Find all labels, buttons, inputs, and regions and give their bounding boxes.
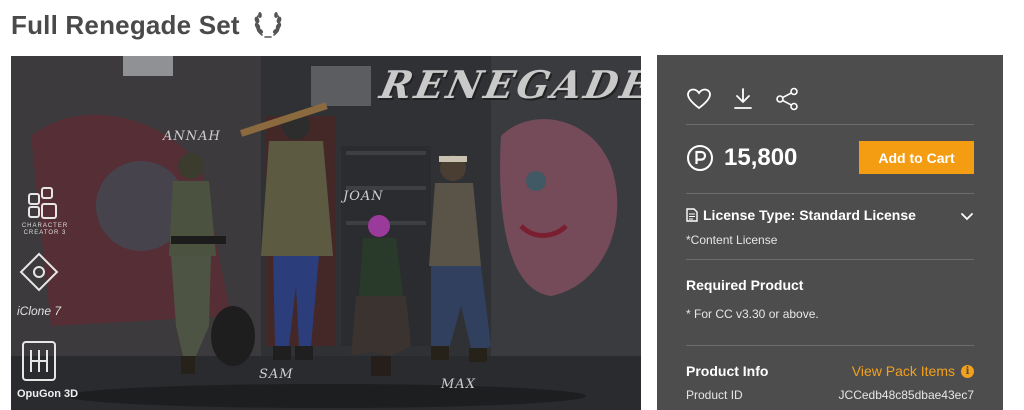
- required-product-title: Required Product: [686, 277, 804, 293]
- document-icon: [686, 208, 698, 222]
- price-value: 15,800: [724, 144, 798, 171]
- character-creator-label: CHARACTER CREATOR 3: [21, 223, 69, 236]
- heart-icon[interactable]: [686, 86, 712, 112]
- divider: [686, 193, 974, 194]
- divider: [686, 345, 974, 346]
- action-icons: [686, 86, 974, 112]
- renegades-logo-text: RENEGADES: [376, 62, 641, 107]
- license-type-row[interactable]: License Type: Standard License: [686, 205, 974, 225]
- purchase-panel: 15,800 Add to Cart License Type: Standar…: [657, 55, 1003, 410]
- license-type-label: License Type: Standard License: [703, 207, 916, 223]
- character-name-annah: ANNAH: [163, 129, 221, 144]
- opugon-label: OpuGon 3D: [17, 388, 79, 400]
- character-name-joan: JOAN: [343, 189, 384, 204]
- info-icon: i: [961, 364, 974, 378]
- product-id-row: Product ID JCCedb48c85dbae43ec7: [686, 388, 974, 402]
- license-note: *Content License: [686, 233, 778, 247]
- title-row: Full Renegade Set: [11, 9, 284, 41]
- product-info-label: Product Info: [686, 363, 769, 379]
- chevron-down-icon[interactable]: [960, 209, 974, 221]
- laurel-icon: [252, 11, 284, 39]
- view-pack-items-link[interactable]: View Pack Items i: [852, 363, 974, 379]
- required-product-note: * For CC v3.30 or above.: [686, 307, 819, 321]
- product-artwork: [11, 56, 641, 410]
- iclone-label: iClone 7: [17, 304, 62, 318]
- price-row: 15,800 Add to Cart: [686, 141, 974, 175]
- product-id-label: Product ID: [686, 388, 743, 402]
- character-name-sam: SAM: [259, 367, 294, 382]
- product-id-value: JCCedb48c85dbae43ec7: [838, 388, 974, 402]
- add-to-cart-button[interactable]: Add to Cart: [859, 141, 974, 174]
- page-title: Full Renegade Set: [11, 9, 240, 40]
- point-icon: [686, 144, 714, 172]
- divider: [686, 259, 974, 260]
- divider: [686, 124, 974, 125]
- character-name-max: MAX: [441, 377, 476, 392]
- product-info-row: Product Info View Pack Items i: [686, 361, 974, 381]
- view-pack-items-label: View Pack Items: [851, 363, 955, 379]
- share-icon[interactable]: [774, 86, 800, 112]
- product-image[interactable]: RENEGADES ANNAH SAM JOAN MAX CHARACTER C…: [11, 56, 641, 410]
- download-icon[interactable]: [730, 86, 756, 112]
